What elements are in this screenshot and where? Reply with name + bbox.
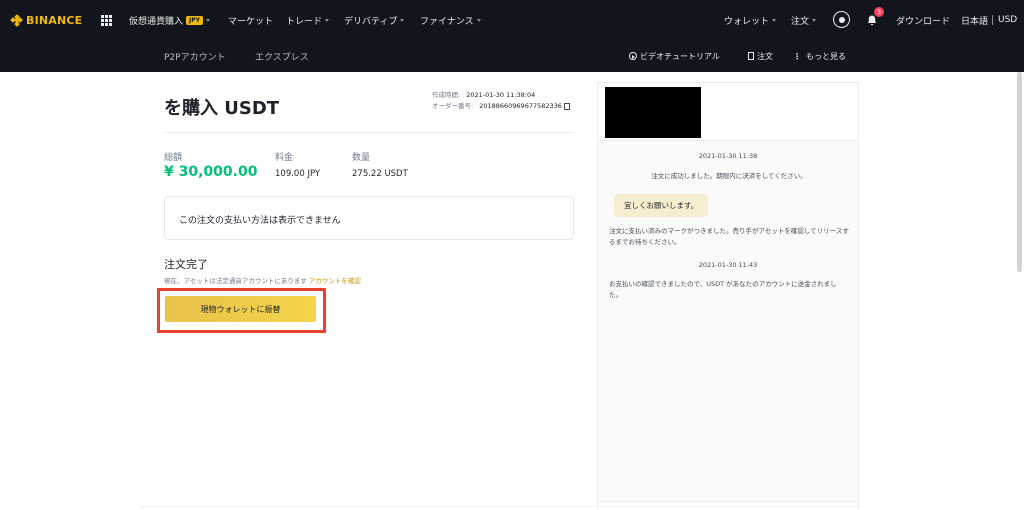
chat-message-bubble: 宜しくお願いします。 xyxy=(614,194,709,217)
more-label: もっと見る xyxy=(806,51,846,61)
divider xyxy=(164,132,574,133)
order-complete-title: 注文完了 xyxy=(164,258,208,271)
nav-currency-label: USD xyxy=(998,15,1018,25)
order-complete-subtitle: 現在、アセットは法定通貨アカウントにあります アカウントを確認 xyxy=(164,275,361,285)
logo-text: BINANCE xyxy=(26,13,83,27)
order-complete-subtitle-text: 現在、アセットは法定通貨アカウントにあります xyxy=(164,277,307,285)
binance-logo[interactable]: BINANCE xyxy=(10,0,83,40)
nav-item-buy-crypto[interactable]: 仮想通貨購入 JPY xyxy=(129,0,210,40)
nav-download-label: ダウンロード xyxy=(896,16,951,27)
bell-icon[interactable] xyxy=(866,0,880,40)
price-value: 109.00 JPY xyxy=(275,169,321,179)
tab-label: P2Pアカウント xyxy=(164,52,226,63)
nav-item-label: トレード xyxy=(286,16,323,27)
payment-method-notice: この注文の支払い方法は表示できません xyxy=(164,196,574,240)
tab-express[interactable]: エクスプレス xyxy=(255,40,309,72)
apps-grid-icon[interactable] xyxy=(101,0,113,40)
nav-item-label: デリバティブ xyxy=(344,16,398,27)
counterparty-avatar-redacted xyxy=(605,87,701,138)
order-number-label: オーダー番号: xyxy=(432,102,474,110)
nav-item-label: 仮想通貨購入 xyxy=(129,16,184,27)
nav-item-label: マーケット xyxy=(228,16,274,27)
binance-logo-icon xyxy=(10,13,23,27)
order-meta: 作成時間: 2021-01-30 11:38:04 オーダー番号: 20188660… xyxy=(432,90,570,112)
total-amount: ¥ 30,000.00 xyxy=(164,164,258,180)
document-icon xyxy=(748,52,754,60)
total-label: 総額 xyxy=(164,153,183,163)
nav-download[interactable]: ダウンロード xyxy=(896,0,950,40)
nav-item-label: ファイナンス xyxy=(420,16,474,27)
copy-icon[interactable] xyxy=(563,102,570,110)
quantity-value: 275.22 USDT xyxy=(352,169,408,179)
chat-system-message: 注文に成功しました。期限内に決済をしてください。 xyxy=(651,172,807,180)
chevron-down-icon xyxy=(812,18,817,22)
created-time-value: 2021-01-30 11:38:04 xyxy=(466,91,536,99)
page-scrollbar[interactable] xyxy=(1017,72,1022,272)
chat-timestamp: 2021-01-30 11:43 xyxy=(698,261,758,269)
chevron-down-icon xyxy=(325,18,330,22)
nav-divider xyxy=(992,15,993,25)
more-link[interactable]: ⋮ もっと見る xyxy=(793,40,846,72)
tab-label: エクスプレス xyxy=(255,52,309,63)
payment-method-notice-text: この注文の支払い方法は表示できません xyxy=(179,216,341,226)
created-time-label: 作成時間: xyxy=(432,91,461,99)
nav-item-trade[interactable]: トレード xyxy=(286,0,330,40)
transfer-to-spot-wallet-button[interactable]: 現物ウォレットに振替 xyxy=(165,296,316,322)
nav-orders[interactable]: 注文 xyxy=(791,0,817,40)
chat-timestamp: 2021-01-30 11:38 xyxy=(698,152,758,160)
chat-panel: 2021-01-30 11:38 注文に成功しました。期限内に決済をしてください… xyxy=(597,82,859,510)
user-account-icon[interactable] xyxy=(833,11,850,28)
chat-system-message: お支払いの確認できましたので、USDT があなたのアカウントに送金されました。 xyxy=(609,280,837,299)
price-label: 料金 xyxy=(275,153,294,163)
currency-badge: JPY xyxy=(186,15,203,25)
nav-item-derivatives[interactable]: デリバティブ xyxy=(344,0,405,40)
check-account-link[interactable]: アカウントを確認 xyxy=(309,277,361,285)
nav-orders-label: 注文 xyxy=(791,16,810,27)
quantity-label: 数量 xyxy=(352,153,371,163)
nav-wallet-label: ウォレット xyxy=(724,16,770,27)
nav-wallet[interactable]: ウォレット xyxy=(724,0,777,40)
orders-label: 注文 xyxy=(757,51,773,61)
video-tutorial-link[interactable]: ビデオチュートリアル xyxy=(629,40,720,72)
sub-navbar: P2Pアカウント エクスプレス ビデオチュートリアル 注文 ⋮ もっと見る xyxy=(0,40,1024,72)
chevron-down-icon xyxy=(476,18,481,22)
nav-currency[interactable]: USD xyxy=(998,0,1017,40)
nav-item-markets[interactable]: マーケット xyxy=(228,0,273,40)
chevron-down-icon xyxy=(206,18,210,22)
top-navbar: BINANCE 仮想通貨購入 JPY マーケット トレード デリバティブ ファイ… xyxy=(0,0,1024,40)
video-tutorial-label: ビデオチュートリアル xyxy=(640,51,720,61)
more-dots-icon: ⋮ xyxy=(793,51,801,61)
chevron-down-icon xyxy=(772,18,777,22)
order-number-value: 20188660969677582336 xyxy=(479,102,562,110)
footer-divider xyxy=(140,506,860,507)
nav-language[interactable]: 日本語 xyxy=(961,0,988,40)
notification-count-badge: 3 xyxy=(874,7,884,17)
page-title: を購入 USDT xyxy=(164,98,280,119)
chat-system-message: 注文に支払い済みのマークがつきました。売り手がアセットを確認してリリースするまで… xyxy=(609,227,849,246)
order-details: を購入 USDT 作成時間: 2021-01-30 11:38:04 オーダー番号… xyxy=(157,72,576,510)
tab-p2p-account[interactable]: P2Pアカウント xyxy=(164,40,226,72)
play-icon xyxy=(629,52,637,60)
chevron-down-icon xyxy=(400,18,405,22)
nav-item-finance[interactable]: ファイナンス xyxy=(420,0,481,40)
orders-link[interactable]: 注文 xyxy=(748,40,773,72)
nav-language-label: 日本語 xyxy=(961,16,989,27)
chat-header xyxy=(598,83,858,141)
